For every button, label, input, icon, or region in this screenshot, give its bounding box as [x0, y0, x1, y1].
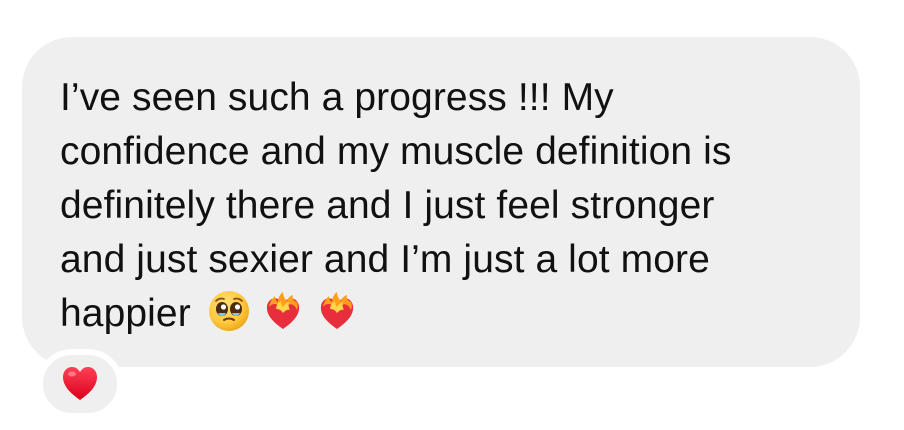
message-view: I’ve seen such a progress !!! My confide…	[0, 0, 904, 430]
message-reaction[interactable]	[37, 349, 123, 419]
emoji-row	[207, 289, 359, 333]
message-text: I’ve seen such a progress !!! My confide…	[60, 71, 840, 341]
heart-on-fire-icon	[266, 292, 299, 329]
message-line-4: and just sexier and I’m just a lot more	[60, 238, 710, 281]
message-line-5: happier	[60, 287, 840, 341]
red-heart-icon	[63, 367, 97, 400]
heart-on-fire-icon	[320, 292, 353, 329]
pleading-face-icon	[208, 291, 249, 331]
message-line-3: definitely there and I just feel stronge…	[60, 184, 715, 227]
message-line-2: confidence and my muscle definition is	[60, 130, 732, 173]
message-line-1: I’ve seen such a progress !!! My	[60, 76, 614, 119]
message-line-5-text: happier	[60, 292, 191, 335]
